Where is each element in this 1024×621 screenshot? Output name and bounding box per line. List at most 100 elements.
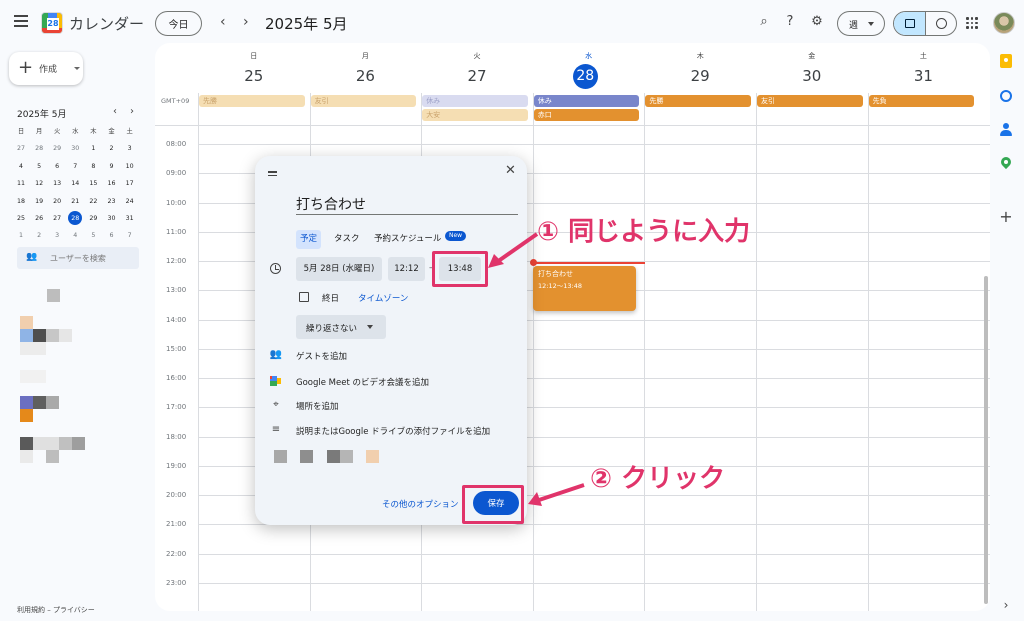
day-header-date[interactable]: 31	[868, 67, 980, 85]
mini-day[interactable]: 23	[103, 194, 121, 210]
mini-day[interactable]: 28	[30, 141, 48, 157]
allday-event-chip[interactable]: 大安	[422, 109, 528, 121]
mini-day[interactable]: 16	[103, 176, 121, 192]
mini-day[interactable]: 12	[30, 176, 48, 192]
mini-day[interactable]: 2	[30, 228, 48, 244]
day-header-date[interactable]: 27	[421, 67, 533, 85]
help-icon[interactable]: ?	[781, 14, 799, 29]
more-options-link[interactable]: その他のオプション	[382, 498, 459, 510]
mini-day[interactable]: 9	[103, 159, 121, 175]
allday-event-chip[interactable]: 友引	[310, 95, 417, 107]
calendar-view-toggle[interactable]	[894, 12, 926, 35]
day-header-date[interactable]: 25	[198, 67, 310, 85]
blurred-item	[300, 450, 313, 463]
allday-event-chip[interactable]: 先勝	[199, 95, 305, 107]
mini-day[interactable]: 3	[48, 228, 66, 244]
mini-day[interactable]: 8	[84, 159, 102, 175]
people-search[interactable]: 👥 ユーザーを検索	[17, 247, 139, 269]
mini-day[interactable]: 5	[30, 159, 48, 175]
mini-day[interactable]: 5	[84, 228, 102, 244]
timezone-link[interactable]: タイムゾーン	[358, 292, 408, 304]
create-button[interactable]: + 作成	[9, 52, 83, 85]
chevron-right-icon[interactable]: ›	[998, 597, 1014, 613]
mini-day[interactable]: 28	[66, 211, 84, 227]
mini-day[interactable]: 15	[84, 176, 102, 192]
mini-day[interactable]: 29	[84, 211, 102, 227]
mini-day[interactable]: 20	[48, 194, 66, 210]
event-block[interactable]: 打ち合わせ 12:12～13:48	[533, 266, 636, 311]
mini-day[interactable]: 10	[121, 159, 139, 175]
day-header-date[interactable]: 28	[572, 64, 598, 89]
keep-icon[interactable]	[998, 53, 1014, 69]
mini-day[interactable]: 7	[121, 228, 139, 244]
allday-event-chip[interactable]: 赤口	[533, 109, 640, 121]
mini-day[interactable]: 26	[30, 211, 48, 227]
allday-event-chip[interactable]: 友引	[757, 95, 863, 107]
start-time-chip[interactable]: 12:12	[388, 257, 425, 281]
tab-event[interactable]: 予定	[296, 230, 322, 249]
settings-gear-icon[interactable]: ⚙	[808, 14, 826, 29]
day-header-date[interactable]: 30	[756, 67, 868, 85]
contacts-icon[interactable]	[998, 122, 1014, 138]
mini-weekday-header: 土	[126, 128, 133, 135]
mini-day[interactable]: 1	[12, 228, 30, 244]
mini-day[interactable]: 30	[103, 211, 121, 227]
mini-day[interactable]: 31	[121, 211, 139, 227]
mini-day[interactable]: 11	[12, 176, 30, 192]
apps-grid-icon[interactable]	[966, 17, 978, 29]
today-button[interactable]: 今日	[155, 11, 202, 36]
description-icon: ≡	[271, 424, 281, 435]
allday-event-chip[interactable]: 先勝	[645, 95, 751, 107]
mini-day[interactable]: 19	[30, 194, 48, 210]
tab-task[interactable]: タスク	[334, 230, 360, 249]
mini-day[interactable]: 22	[84, 194, 102, 210]
repeat-select[interactable]: 繰り返さない	[296, 315, 386, 339]
mini-chevron-right-icon[interactable]: ›	[130, 106, 134, 117]
mini-chevron-left-icon[interactable]: ‹	[113, 106, 117, 117]
mini-day[interactable]: 4	[66, 228, 84, 244]
mini-day[interactable]: 29	[48, 141, 66, 157]
mini-day[interactable]: 1	[84, 141, 102, 157]
mini-day[interactable]: 25	[12, 211, 30, 227]
mini-day[interactable]: 18	[12, 194, 30, 210]
mini-day[interactable]: 3	[121, 141, 139, 157]
allday-event-chip[interactable]: 休み	[422, 95, 528, 107]
hour-label: 17:00	[166, 403, 187, 412]
view-select[interactable]: 週	[837, 11, 885, 36]
mini-day[interactable]: 13	[48, 176, 66, 192]
mini-day[interactable]: 7	[66, 159, 84, 175]
day-header-date[interactable]: 26	[310, 67, 422, 85]
mini-day[interactable]: 24	[121, 194, 139, 210]
event-title-input[interactable]	[296, 193, 518, 215]
tasks-view-toggle[interactable]	[926, 12, 956, 35]
search-icon[interactable]: ⌕	[755, 14, 773, 29]
close-icon[interactable]: ✕	[505, 163, 516, 178]
mini-day[interactable]: 14	[66, 176, 84, 192]
tasks-icon[interactable]	[998, 88, 1014, 104]
mini-day[interactable]: 17	[121, 176, 139, 192]
allday-event-chip[interactable]: 先負	[868, 95, 975, 107]
mini-day[interactable]: 6	[48, 159, 66, 175]
tab-appointment-schedule[interactable]: 予約スケジュール	[374, 230, 441, 249]
scrollbar[interactable]	[984, 276, 988, 604]
mini-day[interactable]: 21	[66, 194, 84, 210]
allday-event-chip[interactable]: 休み	[533, 95, 640, 107]
mini-day[interactable]: 27	[48, 211, 66, 227]
mini-day[interactable]: 30	[66, 141, 84, 157]
drag-handle-icon[interactable]	[268, 171, 277, 178]
hour-gridline	[198, 144, 990, 145]
chevron-right-icon[interactable]: ›	[243, 14, 249, 30]
day-header-date[interactable]: 29	[644, 67, 756, 85]
mini-day[interactable]: 4	[12, 159, 30, 175]
date-chip[interactable]: 5月 28日 (水曜日)	[296, 257, 382, 281]
mini-day[interactable]: 2	[103, 141, 121, 157]
add-addon-icon[interactable]: +	[998, 209, 1014, 225]
mini-day[interactable]: 6	[103, 228, 121, 244]
account-avatar[interactable]	[993, 12, 1015, 34]
allday-checkbox[interactable]	[299, 292, 309, 302]
chevron-left-icon[interactable]: ‹	[220, 14, 226, 30]
footer-links[interactable]: 利用規約 – プライバシー	[17, 605, 95, 615]
maps-icon[interactable]	[998, 154, 1014, 172]
main-menu-icon[interactable]	[14, 15, 28, 27]
mini-day[interactable]: 27	[12, 141, 30, 157]
